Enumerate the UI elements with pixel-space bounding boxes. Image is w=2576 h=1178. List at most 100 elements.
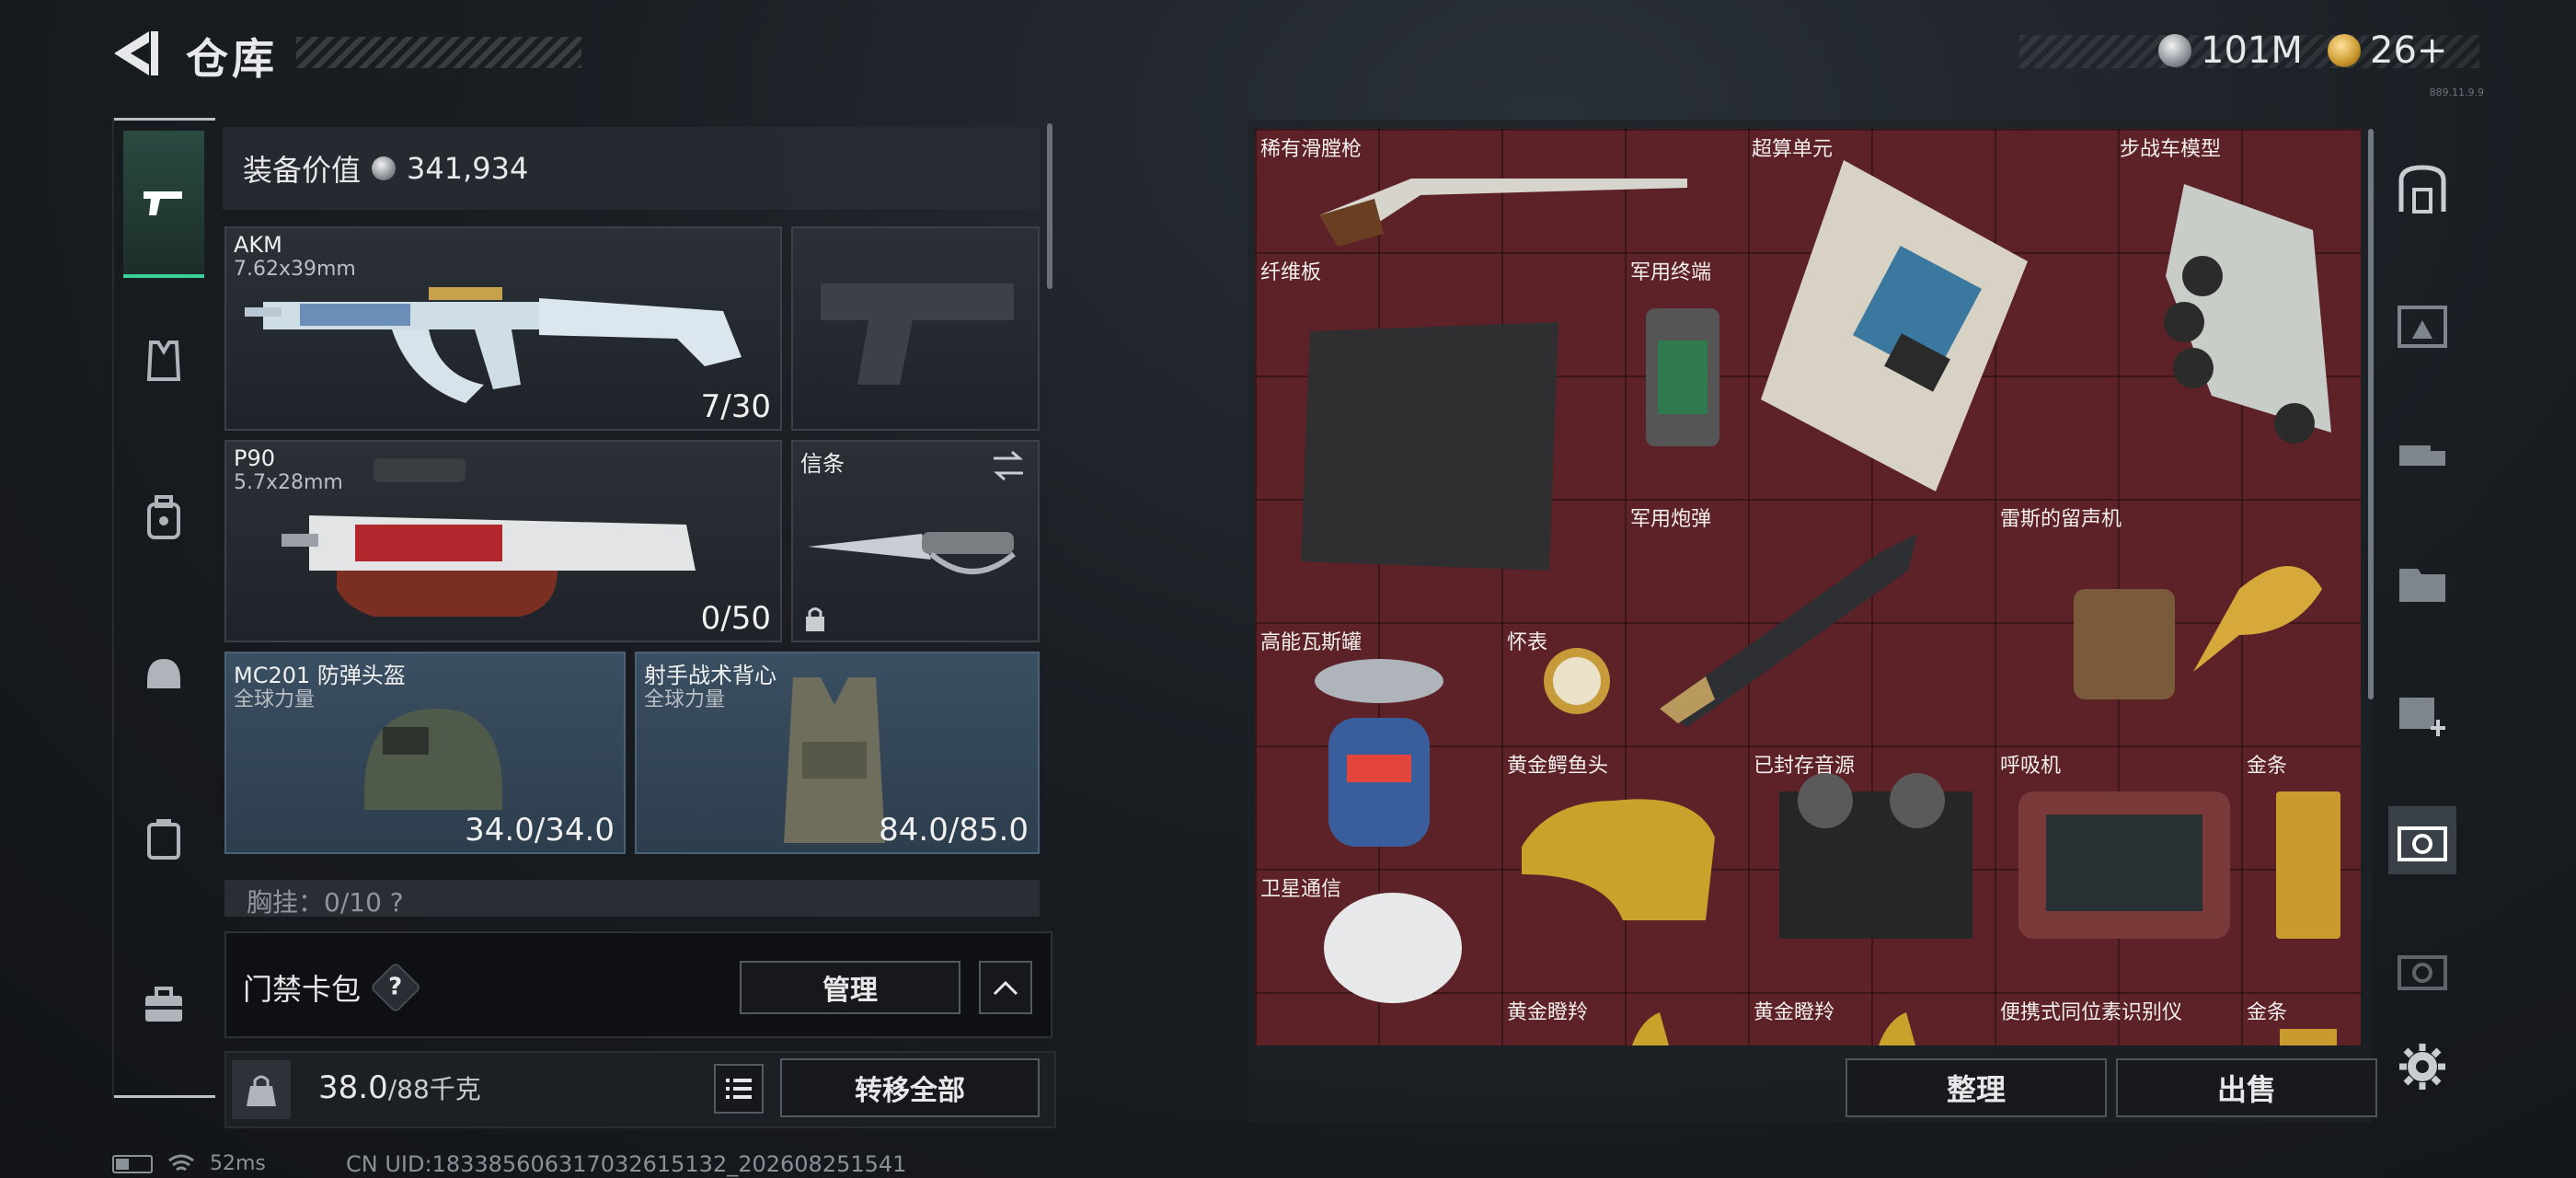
secondary-weapon-slot[interactable]: P90 5.7x28mm 0/50 (224, 440, 782, 642)
primary-weapon-name: AKM (234, 232, 282, 258)
category-helmet[interactable] (123, 633, 204, 714)
melee-slot[interactable]: 信条 (791, 440, 1040, 642)
category-toolbox[interactable] (123, 964, 204, 1045)
sell-button[interactable]: 出售 (2116, 1058, 2377, 1117)
item-label: 超算单元 (1752, 138, 1834, 161)
category-weapons[interactable] (123, 131, 204, 278)
helmet-slot[interactable]: MC201 防弹头盔 全球力量 34.0/34.0 (224, 652, 626, 854)
storage-tab-gti-1[interactable] (2388, 293, 2456, 361)
military-terminal-icon[interactable] (1641, 304, 1724, 451)
lock-icon (806, 607, 824, 631)
uid-text: CN UID:18338560631703261513​2_2026082515… (346, 1151, 907, 1177)
loadout-scrollbar[interactable] (1047, 123, 1052, 289)
primary-weapon-slot[interactable]: AKM 7.62x39mm 7/30 (224, 226, 782, 431)
golden-gazelle-icon[interactable] (1869, 1012, 1925, 1045)
ventilator-icon[interactable] (2009, 782, 2239, 948)
transfer-all-button[interactable]: 转移全部 (780, 1058, 1040, 1117)
primary-weapon-ammo: 7/30 (700, 388, 771, 425)
warehouse-tab-icon (2398, 306, 2447, 348)
add-storage-icon (2399, 698, 2445, 736)
compute-unit-icon[interactable] (1752, 151, 2037, 501)
vest-icon (146, 341, 181, 381)
item-label: 黄金瞪羚 (1507, 1001, 1589, 1024)
help-glyph: ? (388, 974, 403, 1001)
manage-button[interactable]: 管理 (740, 961, 960, 1014)
collapse-button[interactable] (979, 961, 1032, 1014)
status-bar: 52ms (112, 1152, 266, 1175)
battery-icon (112, 1154, 153, 1173)
storage-tab-iv-1[interactable] (2388, 549, 2456, 617)
toolbox-icon (145, 987, 182, 1022)
fiberboard-icon[interactable] (1292, 304, 1568, 580)
kettlebell-icon (247, 1075, 276, 1106)
golden-gazelle-icon[interactable] (1623, 1012, 1678, 1045)
item-label: 便携式同位素识别仪 (2000, 1001, 2183, 1024)
item-label: 高能瓦斯罐 (1260, 631, 1363, 654)
musket-icon[interactable] (1319, 151, 1687, 252)
item-label: 雷斯的留声机 (2000, 508, 2122, 531)
help-icon[interactable]: ? (369, 961, 422, 1014)
item-label: 稀有滑膛枪 (1260, 138, 1363, 161)
golden-croc-head-icon[interactable] (1512, 764, 1724, 930)
item-label: 黄金瞪羚 (1754, 1001, 1835, 1024)
storage-tab-home[interactable] (2388, 156, 2456, 225)
sort-button[interactable]: 整理 (1846, 1058, 2107, 1117)
storage-tab-gti-2[interactable] (2388, 420, 2456, 488)
category-case[interactable] (123, 799, 204, 880)
chest-rig-slot[interactable]: 胸挂：0/10 ? (224, 880, 1040, 917)
item-label: 已封存音源 (1754, 755, 1856, 778)
currency-gold[interactable]: 26+ (2328, 29, 2447, 72)
currency-gold-value: 26+ (2370, 29, 2448, 72)
gold-coin-icon (2328, 34, 2361, 67)
pistol-silhouette-icon (821, 283, 1014, 385)
storage-tab-v-2[interactable] (2388, 935, 2456, 1003)
keycard-row: 门禁卡包 ? (243, 961, 422, 1014)
item-label: 呼吸机 (2000, 755, 2062, 778)
equip-value: 341,934 (407, 151, 529, 186)
page-title: 仓库 (186, 34, 278, 84)
vest-slot[interactable]: 射手战术背心 全球力量 84.0/85.0 (635, 652, 1040, 854)
settings-button[interactable] (2388, 1033, 2456, 1101)
item-label: 军用炮弹 (1630, 508, 1712, 531)
category-rail (112, 118, 215, 1099)
gas-canister-icon[interactable] (1310, 644, 1448, 856)
currency-silver-value: 101M (2201, 29, 2303, 72)
title-decoration (296, 37, 581, 68)
gear-icon (2399, 1044, 2445, 1090)
silver-coin-icon (2158, 34, 2191, 67)
category-backpack[interactable] (123, 477, 204, 558)
currency-silver[interactable]: 101M (2158, 29, 2303, 72)
item-label: 军用终端 (1630, 261, 1712, 284)
pistol-icon (144, 191, 182, 215)
category-armor[interactable] (123, 320, 204, 401)
storage-tab-v-1[interactable] (2388, 806, 2456, 874)
satellite-dish-icon[interactable] (1310, 884, 1476, 1045)
artillery-shell-icon[interactable] (1650, 515, 1945, 727)
ifv-model-icon[interactable] (2129, 166, 2359, 460)
chevron-up-icon (993, 980, 1018, 996)
swap-icon[interactable] (990, 449, 1027, 482)
silver-coin-icon (372, 156, 397, 180)
gold-bar-icon[interactable] (2276, 1025, 2340, 1045)
storage-tab-iv-add[interactable] (2388, 677, 2456, 745)
equip-value-label: 装备价值 (243, 153, 362, 188)
sidearm-slot[interactable] (791, 226, 1040, 431)
storage-tab-rail (2381, 144, 2464, 1138)
back-button[interactable] (109, 28, 164, 79)
gold-bar-icon[interactable] (2258, 782, 2350, 948)
primary-weapon-caliber: 7.62x39mm (234, 258, 356, 281)
rail-divider-bottom (114, 1095, 215, 1098)
storage-scrollbar[interactable] (2368, 129, 2374, 699)
backpack-icon (147, 495, 180, 539)
list-button[interactable] (714, 1064, 764, 1114)
rail-divider-top (114, 118, 215, 121)
vest-durability: 84.0/85.0 (879, 812, 1029, 849)
gramophone-icon[interactable] (2055, 534, 2331, 718)
truck-tab-icon (2399, 445, 2445, 466)
weight-max: /88千克 (387, 1074, 481, 1104)
tape-recorder-icon[interactable] (1770, 764, 1982, 948)
item-label: 怀表 (1507, 631, 1548, 654)
helmet-icon (147, 659, 180, 688)
keycard-label: 门禁卡包 (243, 972, 362, 1007)
vest-item-icon (784, 677, 885, 843)
